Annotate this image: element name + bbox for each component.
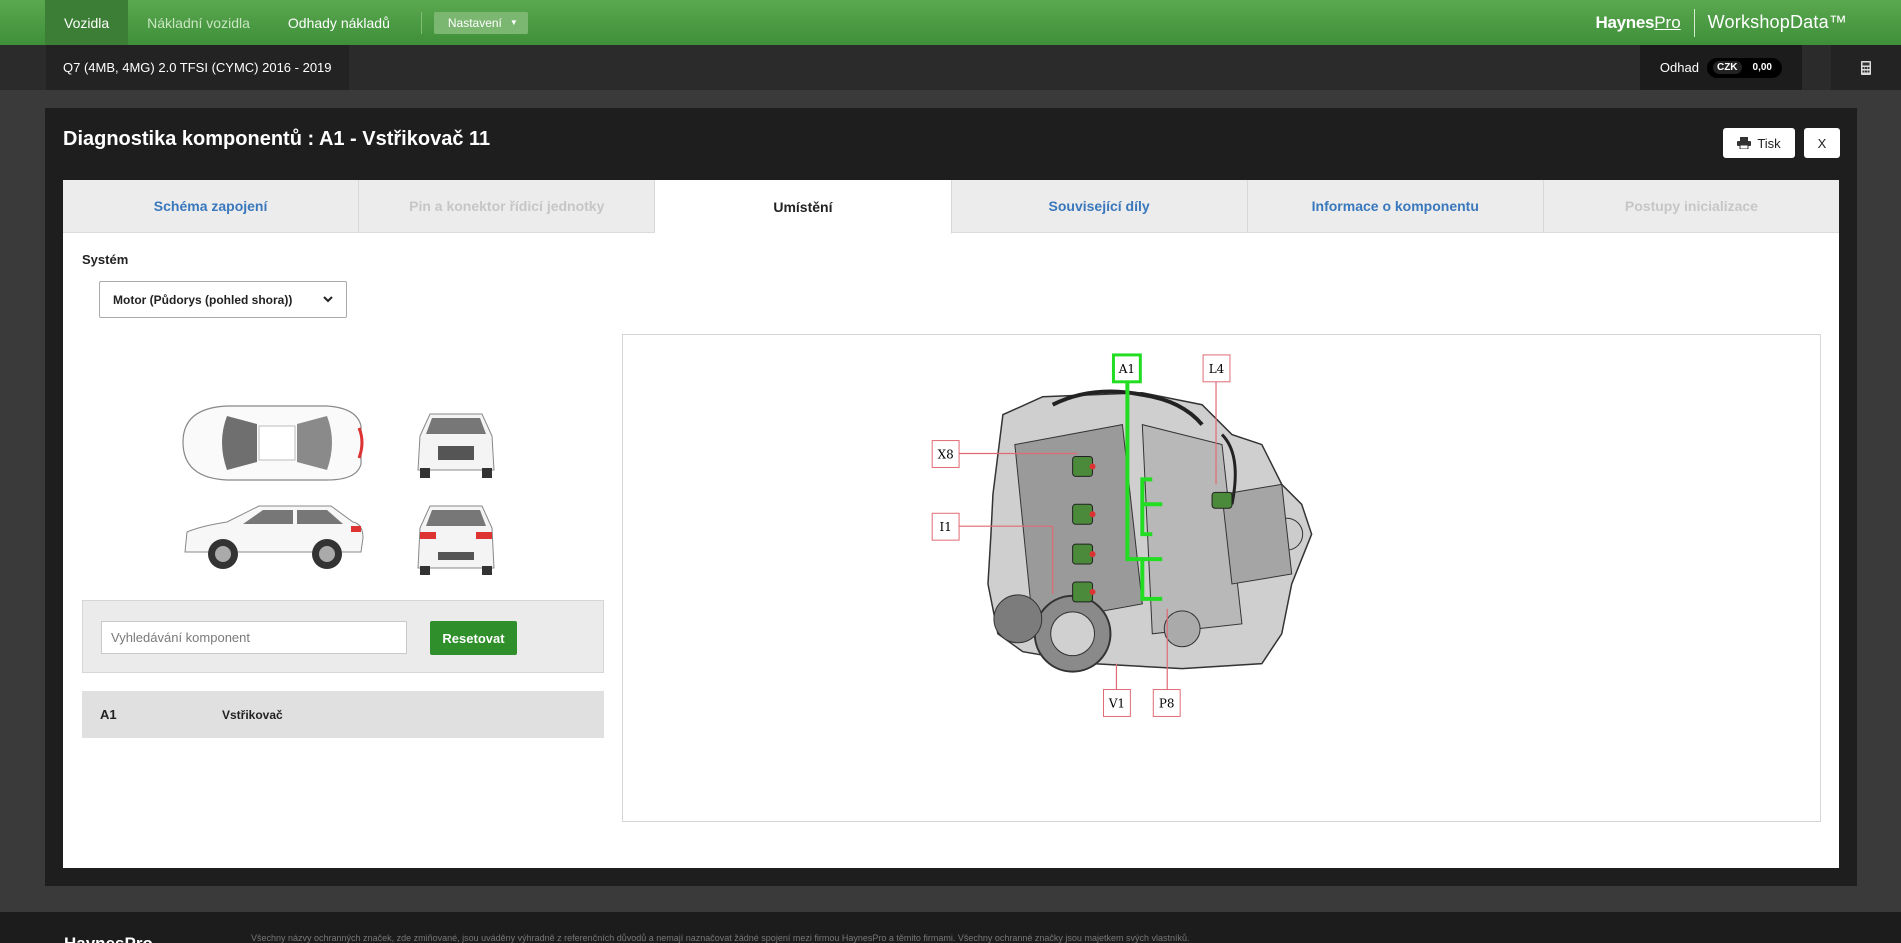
svg-text:P8: P8: [1159, 696, 1175, 710]
car-side-view-icon[interactable]: [184, 505, 364, 569]
print-label: Tisk: [1757, 135, 1781, 151]
car-top-view-icon[interactable]: [182, 405, 364, 481]
car-rear-view-icon[interactable]: [417, 505, 495, 575]
estimate-widget[interactable]: Odhad CZK 0,00: [1639, 45, 1802, 90]
svg-text:L4: L4: [1209, 362, 1225, 376]
tab-related-parts[interactable]: Související díly: [952, 180, 1248, 232]
vehicle-title[interactable]: Q7 (4MB, 4MG) 2.0 TFSI (CYMC) 2016 - 201…: [46, 45, 349, 90]
tab-initialization[interactable]: Postupy inicializace: [1544, 180, 1839, 232]
tab-location[interactable]: Umístění: [655, 180, 952, 234]
print-button[interactable]: Tisk: [1723, 128, 1795, 158]
car-view-selector[interactable]: [177, 402, 507, 582]
brand-haynes: Haynes: [1595, 12, 1655, 32]
component-diagnostics-modal: Diagnostika komponentů : A1 - Vstřikovač…: [45, 108, 1857, 886]
settings-dropdown[interactable]: Nastavení ▼: [433, 11, 528, 34]
callout-a1[interactable]: A1: [1111, 353, 1142, 384]
tab-bar: Schéma zapojení Pin a konektor řídicí je…: [63, 180, 1839, 234]
footer-logo: HaynesPro: [64, 934, 153, 943]
estimate-label: Odhad: [1659, 60, 1699, 75]
brand-workshopdata: WorkshopData™: [1707, 12, 1847, 32]
system-select-value: Motor (Půdorys (pohled shora)): [113, 292, 293, 307]
nav-vehicles[interactable]: Vozidla: [45, 0, 129, 45]
engine-illustration: [987, 389, 1313, 673]
top-navigation: Vozidla Nákladní vozidla Odhady nákladů …: [0, 0, 1901, 45]
nav-divider: [420, 11, 422, 34]
calculator-button[interactable]: [1831, 45, 1901, 90]
calculator-icon: [1861, 60, 1871, 75]
location-diagram: A1 L4 X8 I1 V1 P8: [622, 334, 1821, 822]
system-select[interactable]: Motor (Půdorys (pohled shora)): [99, 281, 347, 318]
footer: HaynesPro Všechny názvy ochranných znače…: [0, 912, 1901, 943]
chevron-down-icon: [323, 296, 333, 303]
system-label: Systém: [82, 252, 129, 267]
callout-l4[interactable]: L4: [1202, 354, 1231, 383]
car-front-view-icon[interactable]: [417, 413, 495, 478]
vehicle-bar: Q7 (4MB, 4MG) 2.0 TFSI (CYMC) 2016 - 201…: [0, 45, 1901, 90]
svg-text:A1: A1: [1118, 362, 1135, 376]
reset-button[interactable]: Resetovat: [430, 621, 517, 655]
brand-logo: Haynes Pro WorkshopData™: [1596, 0, 1847, 45]
component-result-row[interactable]: A1 Vstřikovač: [82, 691, 604, 738]
callout-i1[interactable]: I1: [931, 512, 960, 541]
modal-title: Diagnostika komponentů : A1 - Vstřikovač…: [63, 128, 491, 150]
caret-down-icon: ▼: [509, 18, 518, 27]
search-panel: Resetovat: [82, 600, 604, 673]
brand-divider: [1693, 8, 1695, 37]
callout-x8[interactable]: X8: [931, 440, 960, 468]
close-button[interactable]: X: [1804, 128, 1840, 158]
result-name: Vstřikovač: [222, 707, 283, 722]
tab-component-info[interactable]: Informace o komponentu: [1248, 180, 1544, 232]
result-code: A1: [100, 707, 117, 722]
estimate-pill: CZK 0,00: [1706, 57, 1782, 78]
printer-icon: [1737, 137, 1752, 149]
nav-cost-estimates[interactable]: Odhady nákladů: [269, 0, 409, 45]
callout-p8[interactable]: P8: [1152, 689, 1181, 717]
tab-wiring-diagram[interactable]: Schéma zapojení: [63, 180, 360, 232]
nav-trucks[interactable]: Nákladní vozidla: [128, 0, 269, 45]
footer-disclaimer: Všechny názvy ochranných značek, zde zmi…: [251, 933, 1190, 943]
estimate-value: 0,00: [1752, 62, 1772, 73]
svg-text:I1: I1: [939, 520, 951, 534]
component-search-input[interactable]: [101, 621, 407, 654]
estimate-currency: CZK: [1712, 61, 1742, 74]
brand-pro: Pro: [1654, 12, 1681, 32]
settings-label: Nastavení: [447, 15, 502, 30]
modal-panel: Schéma zapojení Pin a konektor řídicí je…: [63, 180, 1839, 868]
svg-text:V1: V1: [1108, 696, 1125, 710]
callout-v1[interactable]: V1: [1102, 689, 1131, 717]
tab-ecu-pin-connector[interactable]: Pin a konektor řídicí jednotky: [359, 180, 656, 232]
svg-text:X8: X8: [938, 447, 954, 461]
